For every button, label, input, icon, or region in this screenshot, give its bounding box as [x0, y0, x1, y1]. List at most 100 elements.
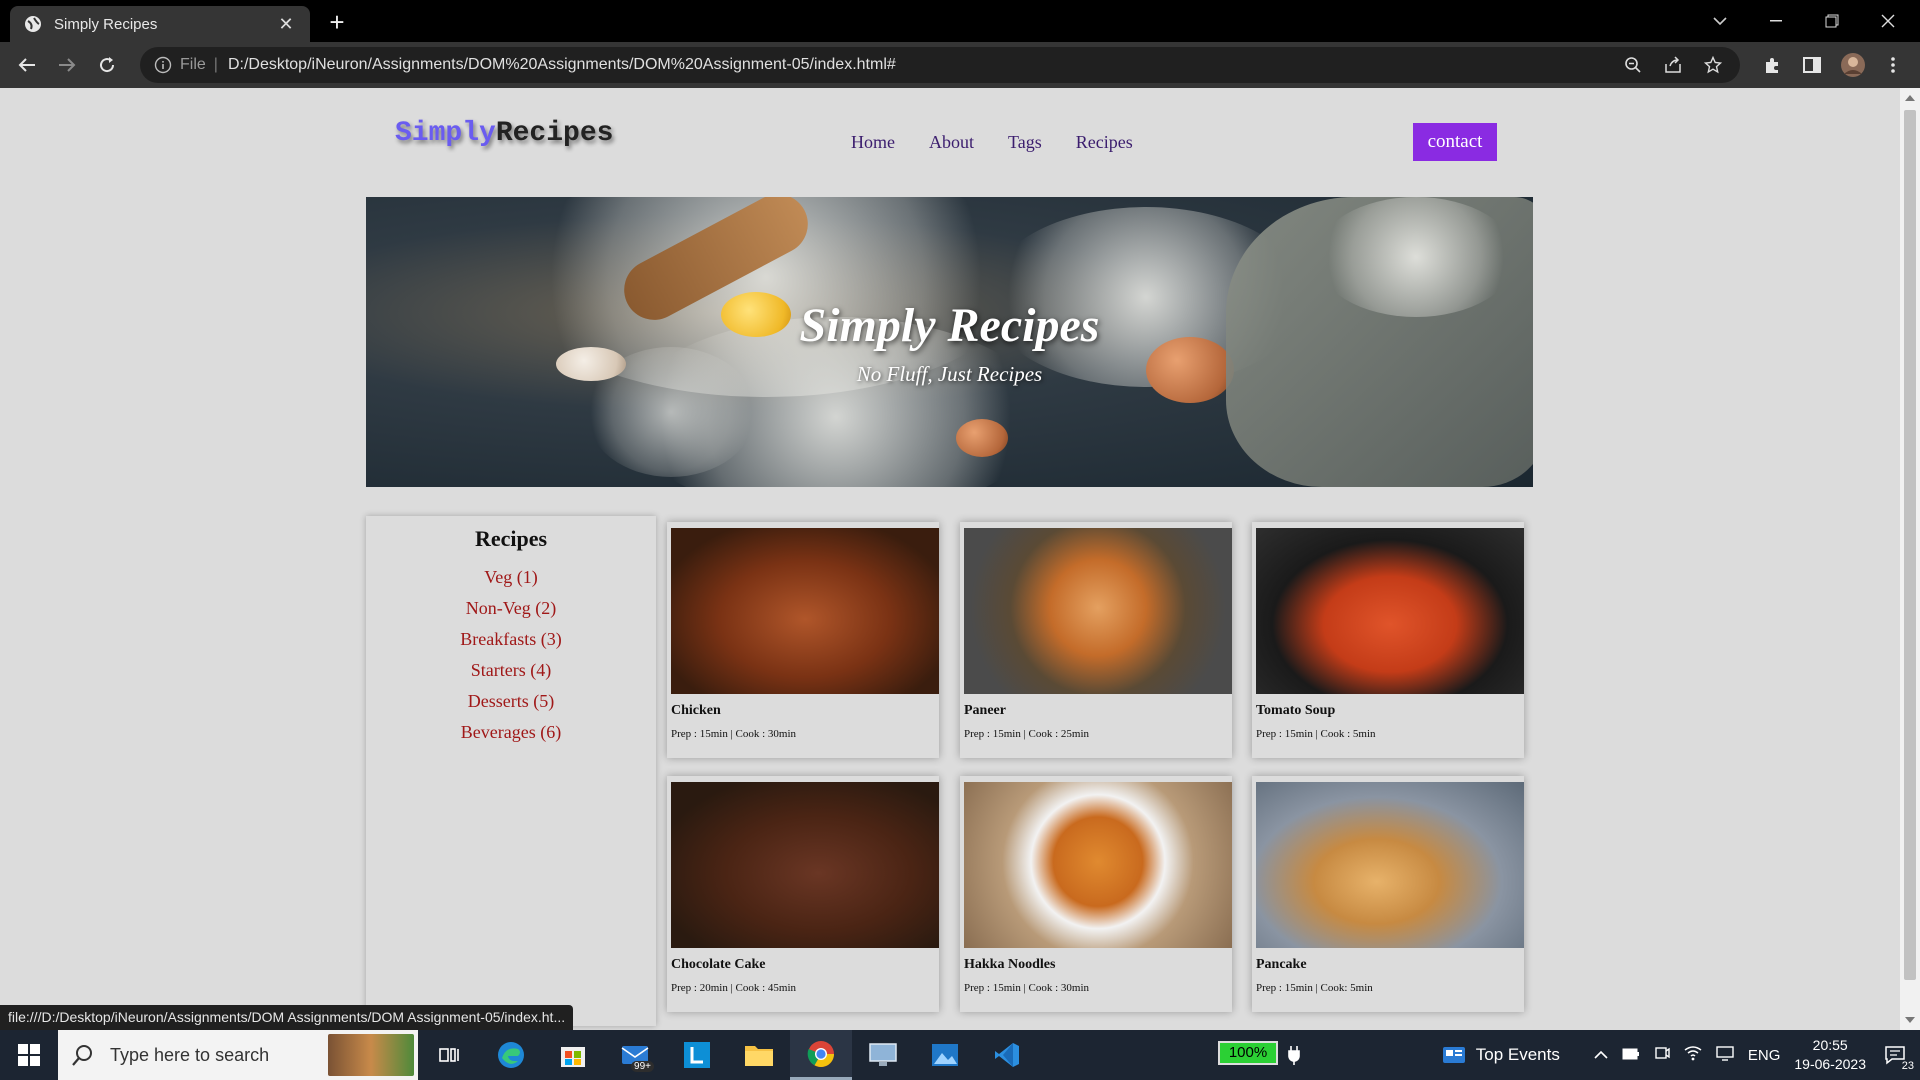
remote-desktop-icon[interactable] — [852, 1030, 914, 1080]
scroll-up-arrow-icon[interactable] — [1905, 95, 1915, 101]
clock-time: 20:55 — [1812, 1037, 1848, 1053]
scrollbar-thumb[interactable] — [1904, 110, 1916, 980]
mail-icon[interactable]: 99+ — [604, 1030, 666, 1080]
restore-button[interactable] — [1804, 0, 1860, 42]
battery-indicator[interactable]: 100% — [1218, 1041, 1278, 1065]
app-l-icon[interactable] — [666, 1030, 728, 1080]
category-desserts[interactable]: Desserts (5) — [366, 686, 656, 717]
logo-simply: Simply — [395, 118, 496, 149]
top-events-label: Top Events — [1475, 1045, 1560, 1064]
language-indicator[interactable]: ENG — [1748, 1047, 1781, 1064]
system-tray: Top Events ENG 20:55 19-06-2023 23 — [1442, 1030, 1920, 1080]
category-veg[interactable]: Veg (1) — [366, 562, 656, 593]
notification-center-icon[interactable]: 23 — [1880, 1040, 1914, 1072]
recipe-time: Prep : 15min | Cook : 30min — [964, 982, 1090, 994]
nav-recipes[interactable]: Recipes — [1076, 132, 1133, 153]
recipe-card[interactable]: Pancake Prep : 15min | Cook: 5min — [1252, 776, 1524, 1012]
clock-date: 19-06-2023 — [1794, 1056, 1866, 1072]
minimize-button[interactable] — [1748, 0, 1804, 42]
profile-avatar[interactable] — [1838, 50, 1868, 80]
recipe-time: Prep : 15min | Cook: 5min — [1256, 982, 1373, 994]
taskbar-search[interactable]: Type here to search — [58, 1030, 418, 1080]
search-placeholder: Type here to search — [110, 1044, 270, 1065]
recipe-name: Hakka Noodles — [964, 957, 1056, 972]
extensions-puzzle-icon[interactable] — [1757, 50, 1787, 80]
zoom-icon[interactable] — [1620, 52, 1646, 78]
search-icon — [72, 1044, 94, 1066]
globe-icon — [24, 15, 42, 33]
top-events-widget[interactable]: Top Events — [1442, 1045, 1560, 1065]
recipe-sidebar: Recipes Veg (1) Non-Veg (2) Breakfasts (… — [366, 516, 656, 1026]
recipe-time: Prep : 15min | Cook : 5min — [1256, 728, 1376, 740]
page-viewport: SimplyRecipes Home About Tags Recipes co… — [0, 88, 1900, 1030]
recipe-name: Tomato Soup — [1256, 703, 1336, 718]
category-breakfasts[interactable]: Breakfasts (3) — [366, 624, 656, 655]
url-separator: | — [213, 56, 218, 73]
forward-arrow-icon[interactable] — [52, 50, 82, 80]
recipe-time: Prep : 20min | Cook : 45min — [671, 982, 797, 994]
new-tab-button[interactable]: + — [322, 8, 352, 38]
chevron-up-icon[interactable] — [1594, 1047, 1608, 1064]
network-display-icon[interactable] — [1716, 1045, 1734, 1065]
category-beverages[interactable]: Beverages (6) — [366, 717, 656, 748]
edge-browser-icon[interactable] — [480, 1030, 542, 1080]
meet-now-icon[interactable] — [1654, 1045, 1670, 1065]
category-starters[interactable]: Starters (4) — [366, 655, 656, 686]
windows-logo-icon — [18, 1044, 40, 1066]
browser-menu-icon[interactable] — [1878, 50, 1908, 80]
recipe-card[interactable]: Chocolate Cake Prep : 20min | Cook : 45m… — [667, 776, 939, 1012]
browser-tab[interactable]: Simply Recipes ✕ — [10, 6, 310, 42]
hero-title: Simply Recipes — [799, 299, 1100, 352]
nav-about[interactable]: About — [929, 132, 974, 153]
recipe-name: Chicken — [671, 703, 721, 718]
hakka-noodles-image — [964, 782, 1232, 948]
scroll-down-arrow-icon[interactable] — [1905, 1017, 1915, 1023]
page-scrollbar[interactable] — [1900, 88, 1920, 1030]
start-button[interactable] — [0, 1030, 58, 1080]
tomato-soup-image — [1256, 528, 1524, 694]
recipe-time: Prep : 15min | Cook : 30min — [671, 728, 797, 740]
tab-title: Simply Recipes — [54, 15, 158, 33]
contact-button[interactable]: contact — [1413, 123, 1497, 161]
reload-icon[interactable] — [92, 50, 122, 80]
close-tab-icon[interactable]: ✕ — [276, 14, 296, 35]
vscode-icon[interactable] — [976, 1030, 1038, 1080]
recipe-card[interactable]: Paneer Prep : 15min | Cook : 25min — [960, 522, 1232, 758]
back-arrow-icon[interactable] — [12, 50, 42, 80]
address-bar[interactable]: File | D:/Desktop/iNeuron/Assignments/DO… — [140, 47, 1740, 83]
recipe-card[interactable]: Hakka Noodles Prep : 15min | Cook : 30mi… — [960, 776, 1232, 1012]
info-icon[interactable] — [154, 56, 172, 74]
recipe-name: Chocolate Cake — [671, 957, 766, 972]
chicken-image — [671, 528, 939, 694]
tab-search-icon[interactable] — [1692, 0, 1748, 42]
category-list: Veg (1) Non-Veg (2) Breakfasts (3) Start… — [366, 562, 656, 748]
power-plug-icon — [1288, 1045, 1300, 1070]
close-window-button[interactable] — [1860, 0, 1916, 42]
microsoft-store-icon[interactable] — [542, 1030, 604, 1080]
url-scheme: File — [180, 56, 206, 73]
url-text[interactable]: D:/Desktop/iNeuron/Assignments/DOM%20Ass… — [228, 56, 1620, 74]
notification-count: 23 — [1901, 1060, 1914, 1072]
nav-home[interactable]: Home — [851, 132, 895, 153]
chrome-icon[interactable] — [790, 1030, 852, 1080]
sidebar-heading: Recipes — [474, 526, 548, 551]
share-icon[interactable] — [1660, 52, 1686, 78]
recipe-card[interactable]: Tomato Soup Prep : 15min | Cook : 5min — [1252, 522, 1524, 758]
browser-toolbar: File | D:/Desktop/iNeuron/Assignments/DO… — [0, 42, 1920, 88]
file-explorer-icon[interactable] — [728, 1030, 790, 1080]
nav-tags[interactable]: Tags — [1008, 132, 1042, 153]
link-status-bubble: file:///D:/Desktop/iNeuron/Assignments/D… — [0, 1005, 574, 1030]
site-logo[interactable]: SimplyRecipes — [395, 118, 613, 149]
battery-icon[interactable] — [1622, 1047, 1640, 1064]
category-non-veg[interactable]: Non-Veg (2) — [366, 593, 656, 624]
hero-banner: Simply Recipes No Fluff, Just Recipes — [366, 197, 1533, 487]
bookmark-star-icon[interactable] — [1700, 52, 1726, 78]
recipe-card[interactable]: Chicken Prep : 15min | Cook : 30min — [667, 522, 939, 758]
windows-taskbar: Type here to search 99+ 100% Top Events — [0, 1030, 1920, 1080]
news-icon — [1442, 1047, 1465, 1063]
photos-icon[interactable] — [914, 1030, 976, 1080]
clock[interactable]: 20:55 19-06-2023 — [1794, 1036, 1866, 1074]
side-panel-icon[interactable] — [1797, 50, 1827, 80]
task-view-icon[interactable] — [418, 1030, 480, 1080]
wifi-icon[interactable] — [1684, 1045, 1702, 1065]
